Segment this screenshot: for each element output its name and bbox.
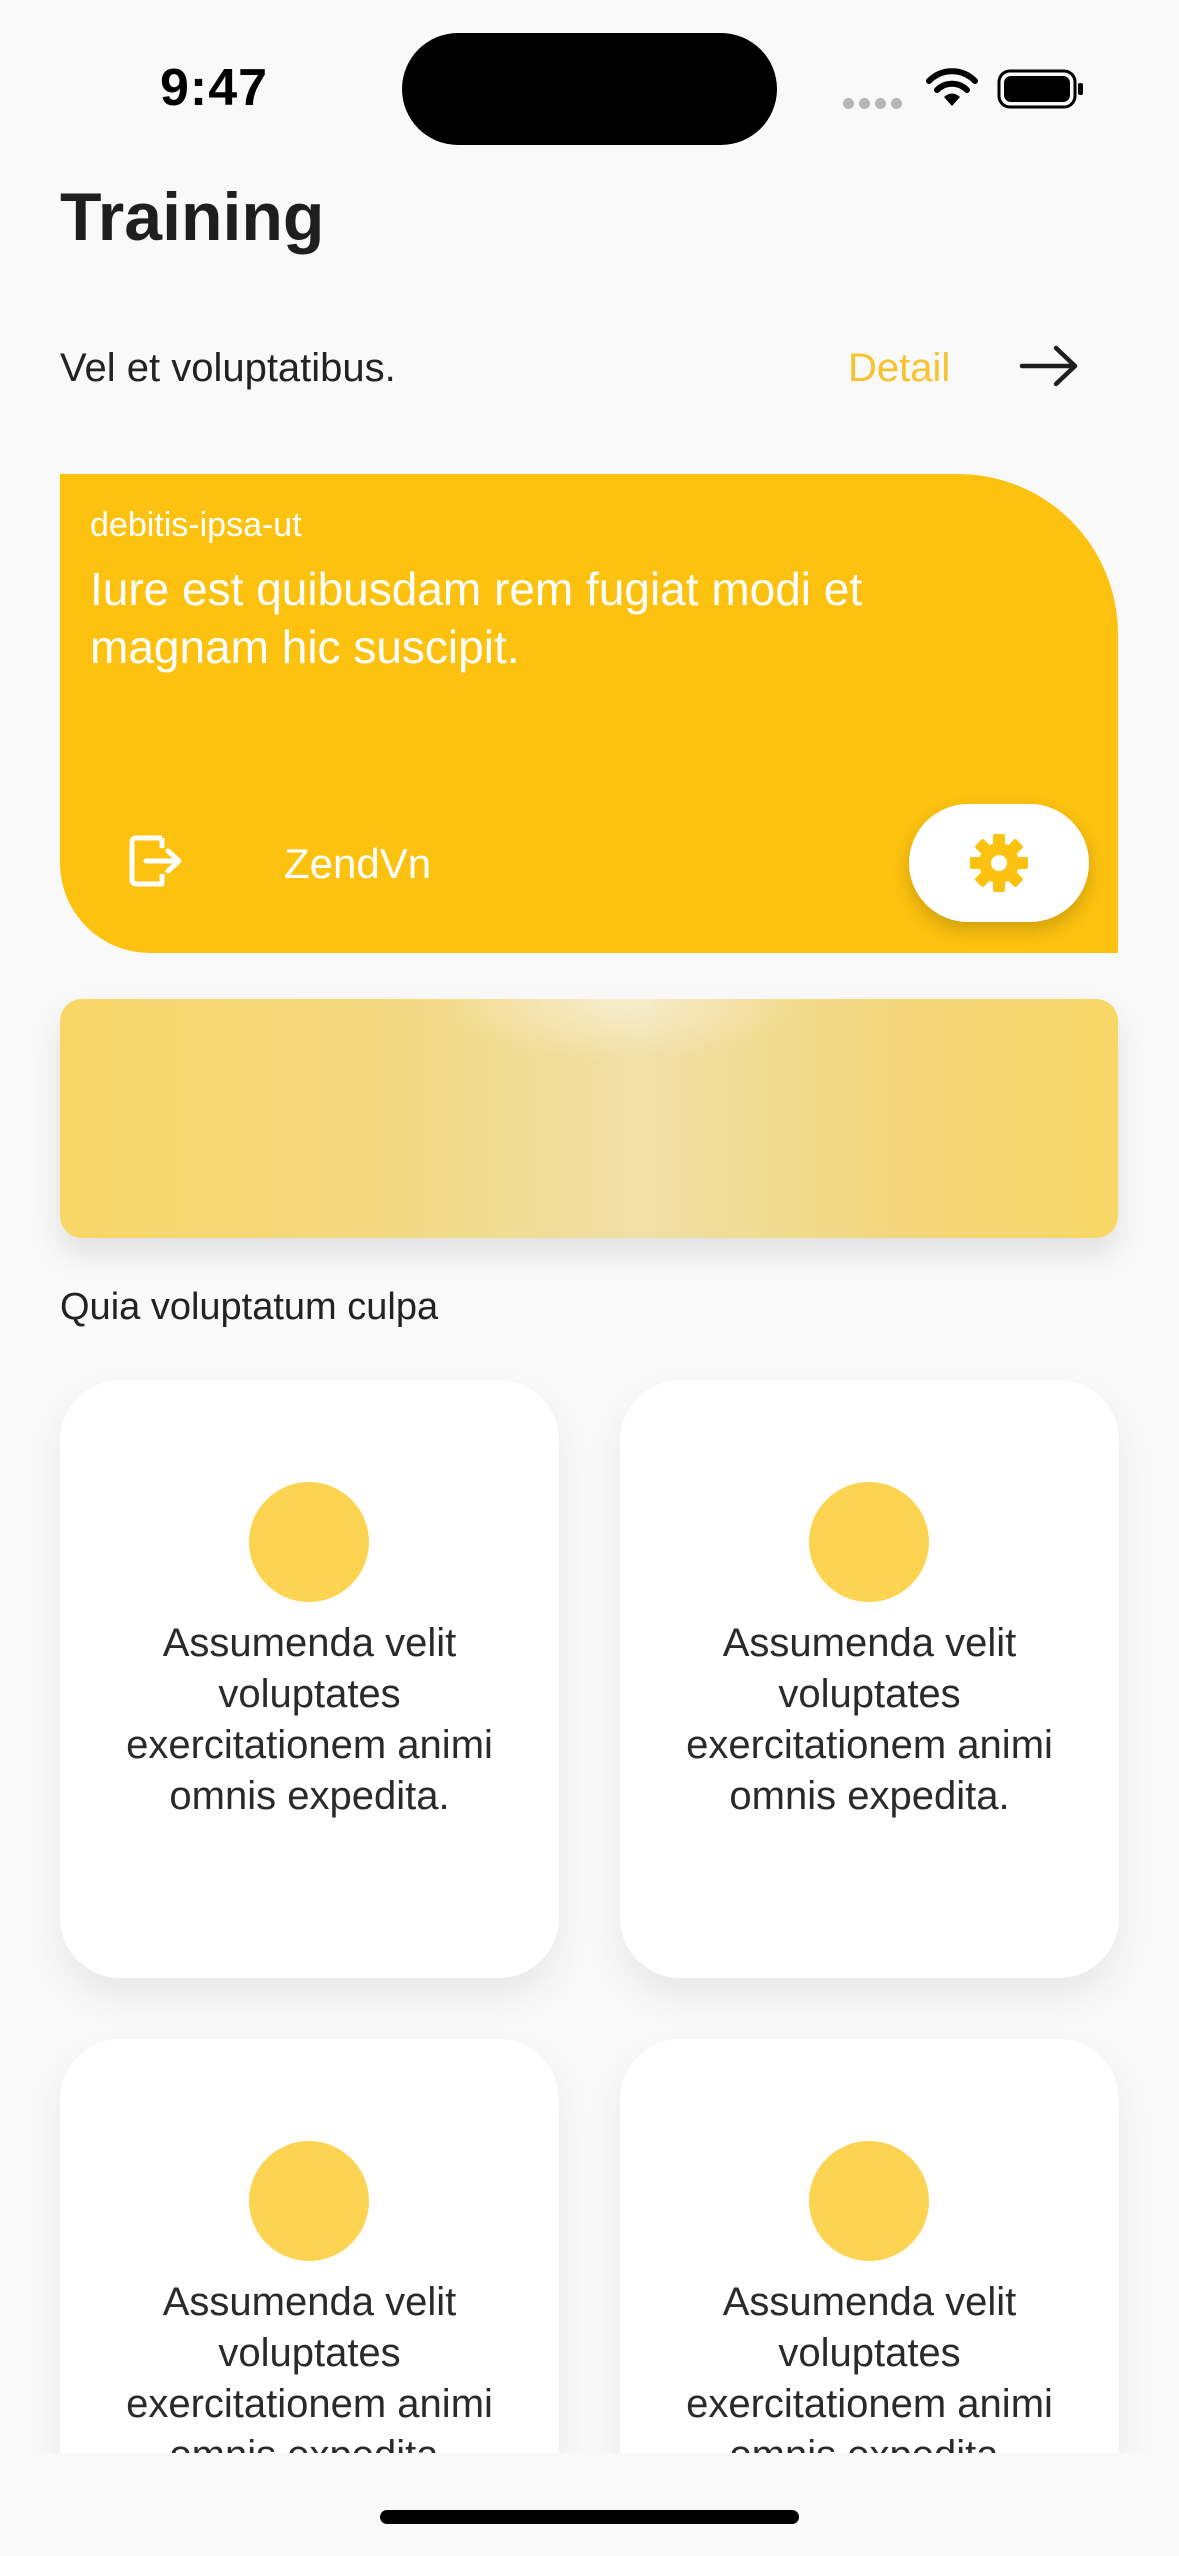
settings-button[interactable]: [909, 804, 1089, 922]
feature-text: Iure est quibusdam rem fugiat modi et ma…: [90, 563, 863, 673]
cellular-signal-icon: [843, 96, 907, 109]
home-indicator[interactable]: [380, 2510, 799, 2524]
card-text: Assumenda velit voluptates exercitatione…: [126, 2280, 493, 2453]
feature-card[interactable]: debitis-ipsa-ut Iure est quibusdam rem f…: [60, 474, 1118, 953]
scroll-content[interactable]: 9:47 Training Vel et voluptatibus. Detai…: [0, 0, 1179, 2453]
card-text: Assumenda velit voluptates exercitatione…: [686, 2280, 1053, 2453]
section-title: Quia voluptatum culpa: [60, 1286, 439, 1328]
card-text: Assumenda velit voluptates exercitatione…: [686, 1621, 1053, 1818]
wifi-icon: [926, 68, 978, 106]
battery-icon: [997, 69, 1083, 109]
grid-card[interactable]: Assumenda velit voluptates exercitatione…: [620, 2039, 1119, 2453]
grid-card[interactable]: Assumenda velit voluptates exercitatione…: [60, 1380, 559, 1978]
grid-card[interactable]: Assumenda velit voluptates exercitatione…: [620, 1380, 1119, 1978]
subtitle: Vel et voluptatibus.: [60, 346, 396, 390]
grid-card[interactable]: Assumenda velit voluptates exercitatione…: [60, 2039, 559, 2453]
brand-label: ZendVn: [284, 840, 432, 887]
card-dot: [249, 2141, 369, 2261]
card-dot: [809, 1482, 929, 1602]
loading-banner: [60, 999, 1118, 1238]
card-dot: [249, 1482, 369, 1602]
status-time: 9:47: [160, 59, 269, 117]
page-title: Training: [60, 179, 325, 255]
subtitle-row: Vel et voluptatibus. Detail: [60, 340, 1080, 400]
arrow-right-icon[interactable]: [1018, 340, 1080, 392]
detail-link[interactable]: Detail: [848, 346, 950, 391]
card-text: Assumenda velit voluptates exercitatione…: [126, 1621, 493, 1818]
feature-tag: debitis-ipsa-ut: [90, 506, 302, 544]
card-dot: [809, 2141, 929, 2261]
exit-icon: [129, 835, 182, 887]
dynamic-island: [402, 33, 777, 145]
screen: 9:47 Training Vel et voluptatibus. Detai…: [0, 0, 1179, 2556]
gear-icon: [970, 834, 1028, 892]
